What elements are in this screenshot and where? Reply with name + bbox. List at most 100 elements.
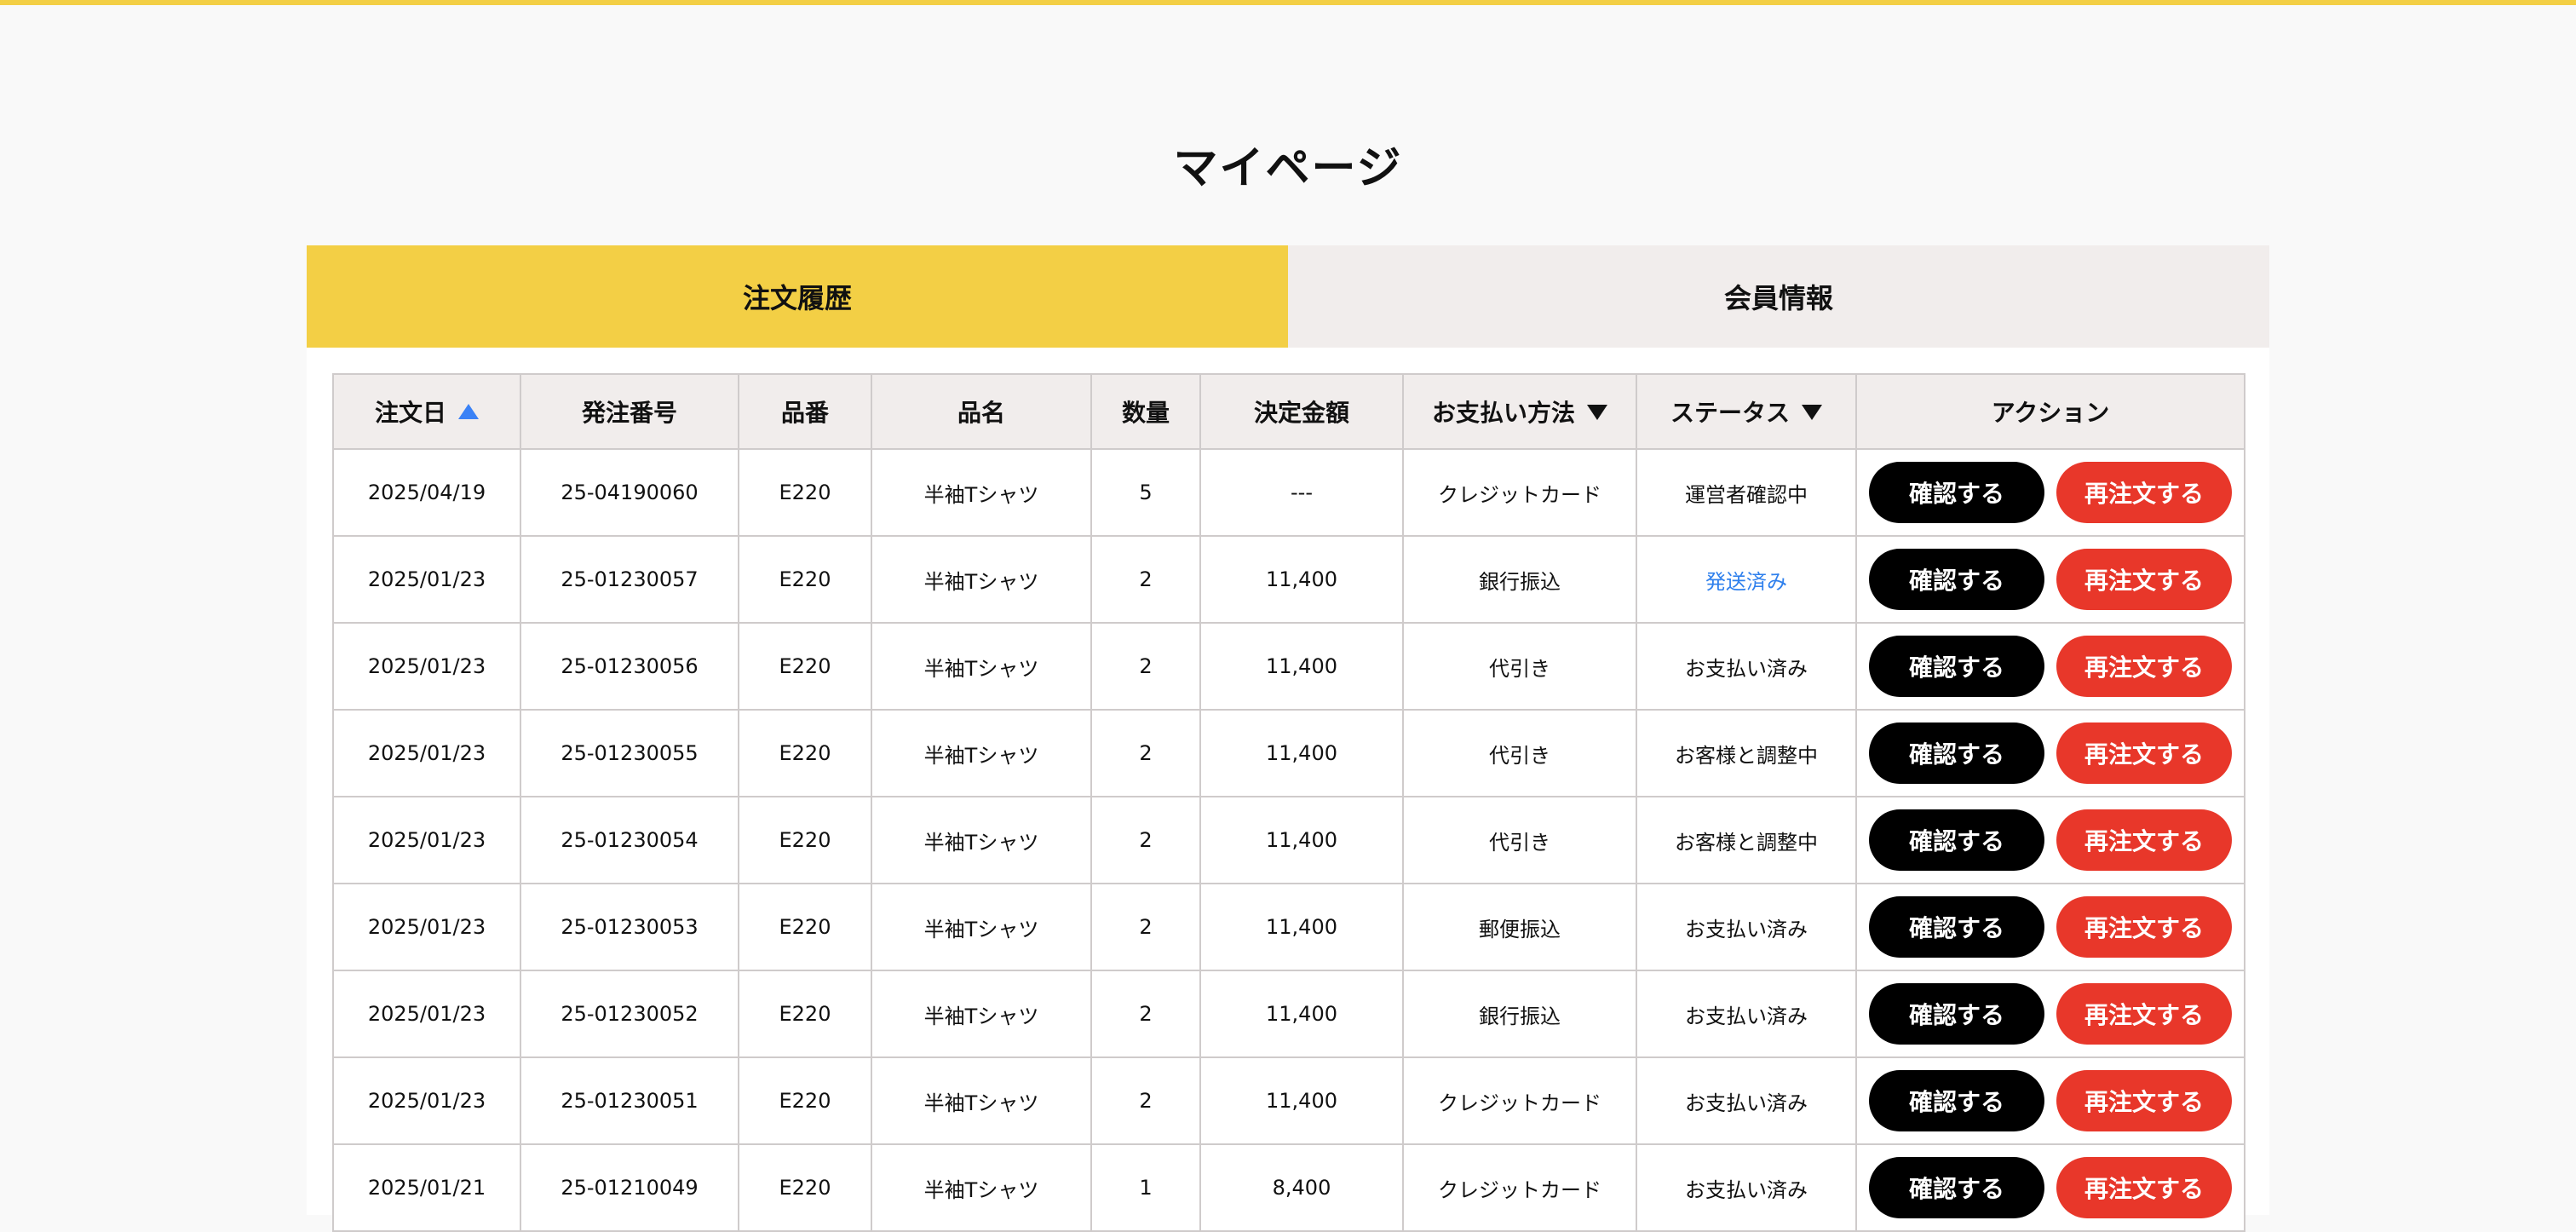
cell-item-name: 半袖Tシャツ [871, 883, 1092, 971]
cell-order-date: 2025/01/23 [332, 883, 521, 971]
header-order-date-label: 注文日 [374, 399, 446, 427]
cell-actions: 確認する 再注文する [1855, 709, 2245, 797]
cell-amount: 8,400 [1199, 1143, 1404, 1232]
cell-item-name: 半袖Tシャツ [871, 970, 1092, 1058]
cell-amount: 11,400 [1199, 709, 1404, 797]
header-row: 注文日 発注番号 品番 品名 数量 決定金額 お支払い方法 ステータス アクショ… [332, 373, 2245, 450]
reorder-button[interactable]: 再注文する [2056, 462, 2232, 523]
table-row: 2025/01/21 25-01210049 E220 半袖Tシャツ 1 8,4… [332, 1143, 2245, 1232]
cell-status: 運営者確認中 [1636, 448, 1857, 537]
cell-order-date: 2025/01/23 [332, 535, 521, 624]
confirm-button[interactable]: 確認する [1869, 1070, 2044, 1131]
top-accent-bar [0, 0, 2576, 5]
cell-order-date: 2025/01/23 [332, 622, 521, 711]
confirm-button[interactable]: 確認する [1869, 896, 2044, 958]
cell-status: 発送済み [1636, 535, 1857, 624]
cell-actions: 確認する 再注文する [1855, 535, 2245, 624]
status-shipped-link[interactable]: 発送済み [1705, 570, 1787, 594]
header-item-name: 品名 [871, 373, 1092, 450]
cell-payment-method: 代引き [1402, 622, 1637, 711]
mypage-panel: 注文履歴 会員情報 注文日 発注番号 品番 品名 数量 決定金額 お支払い方法 … [307, 245, 2269, 1232]
header-payment-label: お支払い方法 [1431, 399, 1575, 427]
cell-quantity: 1 [1090, 1143, 1201, 1232]
tab-member-info[interactable]: 会員情報 [1288, 245, 2269, 348]
cell-status: お支払い済み [1636, 1143, 1857, 1232]
cell-actions: 確認する 再注文する [1855, 622, 2245, 711]
reorder-button[interactable]: 再注文する [2056, 1157, 2232, 1218]
table-row: 2025/01/23 25-01230056 E220 半袖Tシャツ 2 11,… [332, 622, 2245, 711]
table-row: 2025/04/19 25-04190060 E220 半袖Tシャツ 5 ---… [332, 448, 2245, 537]
reorder-button[interactable]: 再注文する [2056, 896, 2232, 958]
cell-item-name: 半袖Tシャツ [871, 622, 1092, 711]
reorder-button[interactable]: 再注文する [2056, 983, 2232, 1045]
cell-item-code: E220 [738, 970, 872, 1058]
header-amount: 決定金額 [1199, 373, 1404, 450]
table-row: 2025/01/23 25-01230052 E220 半袖Tシャツ 2 11,… [332, 970, 2245, 1058]
reorder-button[interactable]: 再注文する [2056, 1070, 2232, 1131]
reorder-button[interactable]: 再注文する [2056, 809, 2232, 871]
cell-payment-method: クレジットカード [1402, 1056, 1637, 1145]
cell-item-name: 半袖Tシャツ [871, 1056, 1092, 1145]
header-status-label: ステータス [1670, 399, 1790, 427]
table-row: 2025/01/23 25-01230054 E220 半袖Tシャツ 2 11,… [332, 796, 2245, 884]
table-body: 2025/04/19 25-04190060 E220 半袖Tシャツ 5 ---… [332, 448, 2245, 1232]
cell-amount: 11,400 [1199, 883, 1404, 971]
cell-actions: 確認する 再注文する [1855, 970, 2245, 1058]
cell-actions: 確認する 再注文する [1855, 1056, 2245, 1145]
cell-order-date: 2025/01/23 [332, 970, 521, 1058]
confirm-button[interactable]: 確認する [1869, 983, 2044, 1045]
cell-order-date: 2025/01/23 [332, 709, 521, 797]
cell-actions: 確認する 再注文する [1855, 1143, 2245, 1232]
reorder-button[interactable]: 再注文する [2056, 723, 2232, 784]
confirm-button[interactable]: 確認する [1869, 809, 2044, 871]
header-payment-method[interactable]: お支払い方法 [1402, 373, 1637, 450]
table-row: 2025/01/23 25-01230053 E220 半袖Tシャツ 2 11,… [332, 883, 2245, 971]
cell-amount: 11,400 [1199, 622, 1404, 711]
cell-payment-method: 銀行振込 [1402, 970, 1637, 1058]
cell-payment-method: クレジットカード [1402, 1143, 1637, 1232]
cell-status: お支払い済み [1636, 883, 1857, 971]
cell-order-number: 25-01210049 [520, 1143, 739, 1232]
cell-item-name: 半袖Tシャツ [871, 535, 1092, 624]
reorder-button[interactable]: 再注文する [2056, 636, 2232, 697]
cell-payment-method: クレジットカード [1402, 448, 1637, 537]
header-status[interactable]: ステータス [1636, 373, 1857, 450]
confirm-button[interactable]: 確認する [1869, 462, 2044, 523]
order-history-table: 注文日 発注番号 品番 品名 数量 決定金額 お支払い方法 ステータス アクショ… [332, 373, 2245, 1232]
cell-actions: 確認する 再注文する [1855, 448, 2245, 537]
cell-item-name: 半袖Tシャツ [871, 796, 1092, 884]
cell-payment-method: 銀行振込 [1402, 535, 1637, 624]
caret-down-icon[interactable] [1587, 405, 1607, 420]
caret-down-icon[interactable] [1802, 405, 1822, 420]
order-table-wrapper: 注文日 発注番号 品番 品名 数量 決定金額 お支払い方法 ステータス アクショ… [332, 373, 2245, 1232]
sort-ascending-icon[interactable] [458, 404, 479, 419]
cell-quantity: 5 [1090, 448, 1201, 537]
cell-order-date: 2025/04/19 [332, 448, 521, 537]
tab-order-history[interactable]: 注文履歴 [307, 245, 1288, 348]
cell-order-number: 25-01230057 [520, 535, 739, 624]
cell-item-code: E220 [738, 709, 872, 797]
cell-item-code: E220 [738, 448, 872, 537]
confirm-button[interactable]: 確認する [1869, 1157, 2044, 1218]
cell-amount: 11,400 [1199, 1056, 1404, 1145]
confirm-button[interactable]: 確認する [1869, 549, 2044, 610]
cell-quantity: 2 [1090, 709, 1201, 797]
cell-order-date: 2025/01/23 [332, 1056, 521, 1145]
cell-amount: 11,400 [1199, 796, 1404, 884]
confirm-button[interactable]: 確認する [1869, 723, 2044, 784]
cell-item-code: E220 [738, 535, 872, 624]
cell-order-number: 25-01230054 [520, 796, 739, 884]
header-order-number: 発注番号 [520, 373, 739, 450]
cell-status: お支払い済み [1636, 622, 1857, 711]
cell-quantity: 2 [1090, 622, 1201, 711]
cell-item-name: 半袖Tシャツ [871, 709, 1092, 797]
cell-item-code: E220 [738, 1056, 872, 1145]
cell-actions: 確認する 再注文する [1855, 796, 2245, 884]
header-action: アクション [1855, 373, 2245, 450]
confirm-button[interactable]: 確認する [1869, 636, 2044, 697]
page-title: マイページ [1173, 143, 1403, 194]
cell-amount: --- [1199, 448, 1404, 537]
header-order-date[interactable]: 注文日 [332, 373, 521, 450]
reorder-button[interactable]: 再注文する [2056, 549, 2232, 610]
cell-quantity: 2 [1090, 883, 1201, 971]
